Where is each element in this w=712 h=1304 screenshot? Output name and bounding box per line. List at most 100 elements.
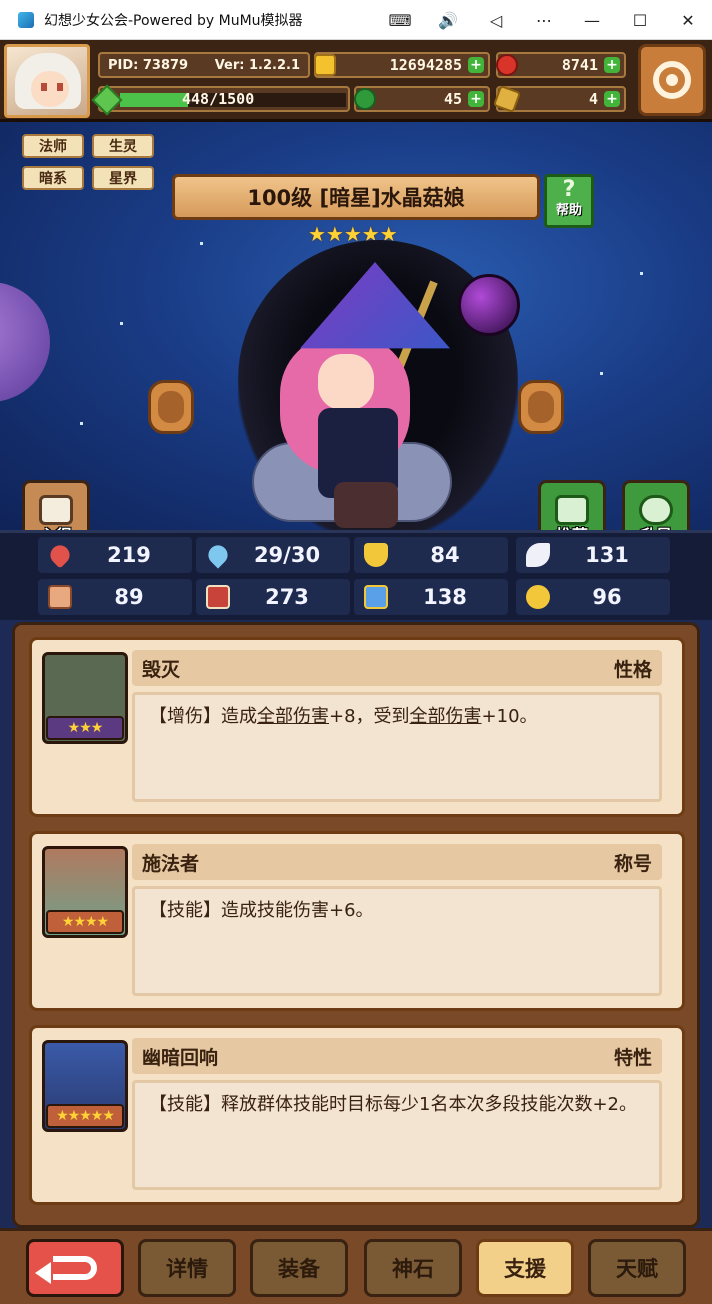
- card-type: 称号: [613, 852, 652, 875]
- more-icon[interactable]: ⋯: [520, 0, 568, 40]
- support-card[interactable]: ★★★ 毁灭 性格 【增伤】造成全部伤害+8，受到全部伤害+10。: [29, 637, 685, 817]
- card-description: 【增伤】造成全部伤害+8，受到全部伤害+10。: [132, 692, 662, 802]
- stat-luck: 96: [516, 579, 670, 615]
- clover-amount: 45: [443, 90, 462, 108]
- settings-button[interactable]: [638, 44, 706, 116]
- window-titlebar: 幻想少女公会-Powered by MuMu模拟器 ⌨ 🔊 ◁ ⋯ — ☐ ✕: [0, 0, 712, 40]
- card-type: 性格: [613, 658, 652, 681]
- coin-counter: 12694285 +: [314, 52, 490, 78]
- stat-speed: 131: [516, 537, 670, 573]
- stat-value: 273: [265, 585, 309, 609]
- gem-icon: [496, 54, 518, 76]
- shield-icon: [364, 543, 388, 567]
- left-arrow-icon: [158, 391, 184, 423]
- recommend-button[interactable]: 推荐: [538, 480, 606, 530]
- add-clovers-button[interactable]: +: [468, 91, 484, 107]
- window-controls: ⌨ 🔊 ◁ ⋯ — ☐ ✕: [376, 0, 712, 40]
- add-gems-button[interactable]: +: [604, 57, 620, 73]
- card-title: 毁灭: [142, 658, 181, 681]
- tag-class: 法师: [22, 134, 84, 158]
- exp-icon: [91, 84, 123, 116]
- right-arrow-icon: [528, 391, 554, 423]
- tag-realm: 星界: [92, 166, 154, 190]
- damage-link[interactable]: 全部伤害: [257, 706, 329, 727]
- game-screen: PID: 73879 Ver: 1.2.2.1 12694285 + 8741 …: [0, 40, 712, 1304]
- volume-icon[interactable]: 🔊: [424, 0, 472, 40]
- hero-face: [318, 354, 374, 410]
- hero-legs: [334, 482, 398, 528]
- clock-icon: [526, 585, 550, 609]
- stat-value: 84: [430, 543, 460, 567]
- next-hero-button[interactable]: [518, 380, 564, 434]
- help-button[interactable]: ? 帮助: [544, 174, 594, 228]
- stat-value: 89: [114, 585, 144, 609]
- game-version: Ver: 1.2.2.1: [214, 57, 300, 73]
- back-button[interactable]: [26, 1239, 124, 1297]
- stat-defense: 84: [354, 537, 508, 573]
- scroll-icon: [364, 585, 388, 609]
- gem-counter: 8741 +: [496, 52, 626, 78]
- exp-bar: 448/1500: [91, 84, 350, 116]
- player-id: PID: 73879: [108, 57, 189, 73]
- minimize-icon[interactable]: —: [568, 0, 616, 40]
- coin-amount: 12694285: [389, 56, 462, 74]
- card-title: 施法者: [142, 852, 200, 875]
- card-header: 施法者 称号: [132, 844, 662, 880]
- clover-counter: 45 +: [354, 86, 490, 112]
- exp-text: 448/1500: [182, 90, 255, 108]
- support-card[interactable]: ★★★★ 施法者 称号 【技能】造成技能伤害+6。: [29, 831, 685, 1011]
- player-info-bar: PID: 73879 Ver: 1.2.2.1: [98, 52, 310, 78]
- coin-icon: [314, 54, 336, 76]
- heart-icon: [46, 541, 74, 569]
- player-avatar[interactable]: [4, 44, 90, 118]
- planet-decoration: [0, 282, 50, 402]
- tab-details[interactable]: 详情: [138, 1239, 236, 1297]
- thumbs-up-icon: [555, 495, 589, 525]
- damage-link[interactable]: 全部伤害: [410, 706, 482, 727]
- card-header: 幽暗回响 特性: [132, 1038, 662, 1074]
- keyboard-icon[interactable]: ⌨: [376, 0, 424, 40]
- question-icon: ?: [562, 177, 576, 202]
- add-feathers-button[interactable]: +: [604, 91, 620, 107]
- window-title: 幻想少女公会-Powered by MuMu模拟器: [44, 12, 303, 29]
- tab-support[interactable]: 支援: [476, 1239, 574, 1297]
- notes-button[interactable]: 心得: [22, 480, 90, 530]
- gem-amount: 8741: [561, 56, 598, 74]
- card-header: 毁灭 性格: [132, 650, 662, 686]
- tab-godstone[interactable]: 神石: [364, 1239, 462, 1297]
- tab-talent[interactable]: 天赋: [588, 1239, 686, 1297]
- tab-equipment[interactable]: 装备: [250, 1239, 348, 1297]
- exp-bar-fill: [120, 93, 188, 107]
- drop-icon: [204, 541, 232, 569]
- help-label: 帮助: [555, 203, 582, 218]
- stat-mana: 29/30: [196, 537, 350, 573]
- bottom-nav: 详情 装备 神石 支援 天赋: [0, 1228, 712, 1304]
- top-hud: PID: 73879 Ver: 1.2.2.1 12694285 + 8741 …: [0, 40, 712, 122]
- hero-stats-panel: 219 29/30 84 131 89 273 138 96: [0, 530, 712, 620]
- stat-value: 138: [423, 585, 467, 609]
- star-badge-icon: [639, 495, 673, 525]
- feather-icon: [492, 84, 522, 114]
- close-icon[interactable]: ✕: [664, 0, 712, 40]
- return-arrow-icon: [35, 1256, 97, 1284]
- card-rank-stars: ★★★: [46, 716, 124, 740]
- hero-name-banner: 100级 [暗星]水晶菇娘: [172, 174, 540, 220]
- maximize-icon[interactable]: ☐: [616, 0, 664, 40]
- feather-counter: 4 +: [492, 84, 626, 114]
- prev-hero-button[interactable]: [148, 380, 194, 434]
- support-cards-panel: ★★★ 毁灭 性格 【增伤】造成全部伤害+8，受到全部伤害+10。 ★★★★ 施…: [12, 622, 700, 1228]
- star-up-button[interactable]: 升星: [622, 480, 690, 530]
- card-rank-stars: ★★★★★: [46, 1104, 124, 1128]
- add-coins-button[interactable]: +: [468, 57, 484, 73]
- stat-value: 219: [107, 543, 151, 567]
- fist-icon: [48, 585, 72, 609]
- stat-attack: 89: [38, 579, 192, 615]
- card-rank-stars: ★★★★: [46, 910, 124, 934]
- tag-race: 生灵: [92, 134, 154, 158]
- gear-icon: [653, 61, 691, 99]
- tag-element: 暗系: [22, 166, 84, 190]
- card-type: 特性: [613, 1046, 652, 1069]
- back-triangle-icon[interactable]: ◁: [472, 0, 520, 40]
- app-icon: [18, 11, 34, 28]
- support-card[interactable]: ★★★★★ 幽暗回响 特性 【技能】释放群体技能时目标每少1名本次多段技能次数+…: [29, 1025, 685, 1205]
